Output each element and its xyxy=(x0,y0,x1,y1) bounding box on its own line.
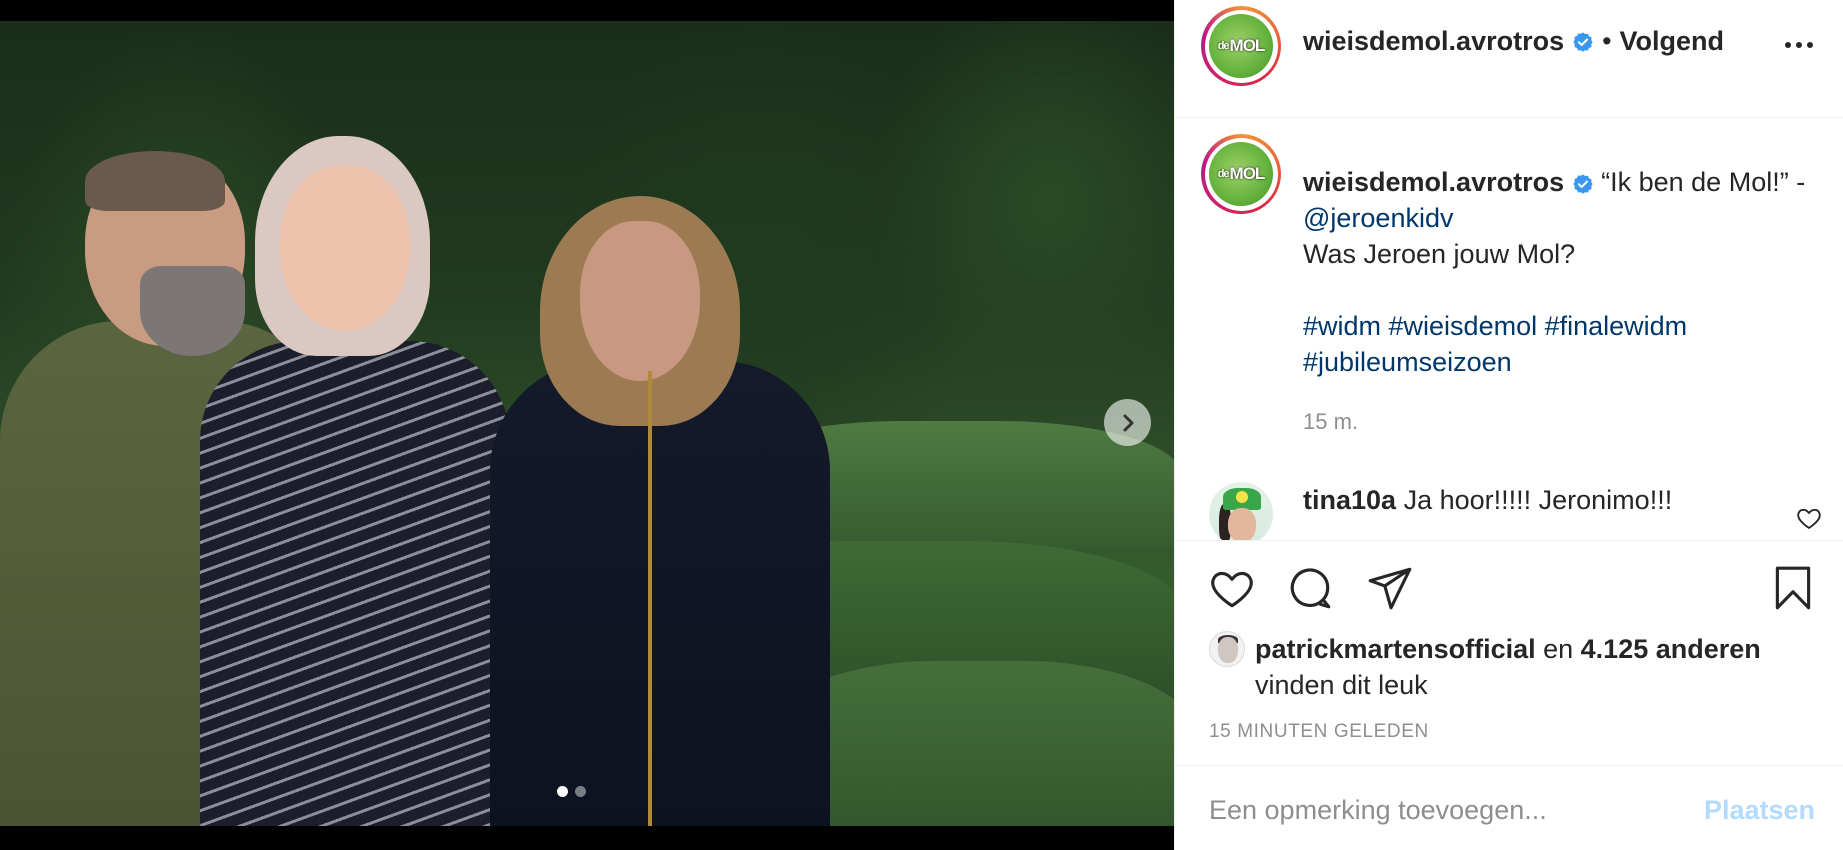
comment-icon[interactable] xyxy=(1285,563,1335,613)
liker-avatar[interactable] xyxy=(1209,631,1245,667)
likes-count[interactable]: 4.125 anderen xyxy=(1581,634,1761,664)
comment-like-heart-icon[interactable] xyxy=(1795,504,1823,532)
carousel-indicator xyxy=(557,786,586,797)
person-head xyxy=(580,221,700,381)
tracksuit-zipper xyxy=(648,371,652,826)
post-comment-button[interactable]: Plaatsen xyxy=(1695,790,1815,830)
carousel-dot xyxy=(575,786,586,797)
send-icon[interactable] xyxy=(1365,563,1415,613)
caption-time[interactable]: 15 m. xyxy=(1303,409,1358,435)
person-hair xyxy=(85,151,225,211)
caption-hashtags[interactable]: #widm #wieisdemol #finalewidm xyxy=(1303,308,1813,344)
chevron-right-icon xyxy=(1123,414,1133,431)
caption-mention-link[interactable]: @jeroenkidv xyxy=(1303,203,1453,233)
separator-bullet: • xyxy=(1602,26,1612,56)
more-dot-icon xyxy=(1807,42,1813,48)
post-actions: patrickmartensofficial en 4.125 anderen … xyxy=(1175,540,1843,765)
caption-hashtags[interactable]: #jubileumseizoen xyxy=(1303,344,1813,380)
caption-avatar[interactable]: de MOL xyxy=(1201,134,1281,214)
post-timestamp[interactable]: 15 MINUTEN GELEDEN xyxy=(1209,721,1429,743)
demol-logo: de MOL xyxy=(1209,142,1273,206)
liker-username[interactable]: patrickmartensofficial xyxy=(1255,634,1536,664)
comments-section[interactable]: de MOL wieisdemol.avrotros “Ik ben de Mol… xyxy=(1175,119,1843,540)
caption-line: Was Jeroen jouw Mol? xyxy=(1303,239,1576,269)
comment-avatar[interactable] xyxy=(1209,482,1273,540)
comment-body: Ja hoor!!!!! Jeronimo!!! xyxy=(1403,485,1673,515)
more-dot-icon xyxy=(1796,42,1802,48)
heart-icon[interactable] xyxy=(1207,563,1257,613)
likes-suffix: vinden dit leuk xyxy=(1255,670,1428,700)
person-beard xyxy=(140,266,245,356)
caption-username[interactable]: wieisdemol.avrotros xyxy=(1303,167,1564,197)
comment-username[interactable]: tina10a xyxy=(1303,485,1396,515)
header-account-row: wieisdemol.avrotros • Volgend xyxy=(1303,26,1724,57)
person-head xyxy=(280,166,410,331)
account-username[interactable]: wieisdemol.avrotros xyxy=(1303,26,1564,57)
more-options-button[interactable] xyxy=(1779,30,1819,60)
bookmark-icon[interactable] xyxy=(1768,563,1818,613)
carousel-dot-active xyxy=(557,786,568,797)
add-comment-bar: Plaatsen xyxy=(1175,765,1843,850)
comment: tina10a Ja hoor!!!!! Jeronimo!!! xyxy=(1303,485,1672,516)
post-media xyxy=(0,0,1174,850)
comment-input[interactable] xyxy=(1209,790,1689,830)
post-header: de MOL wieisdemol.avrotros • Volgend xyxy=(1175,0,1843,118)
verified-badge-icon xyxy=(1573,31,1593,52)
post-photo[interactable] xyxy=(0,21,1174,826)
caption-text: “Ik ben de Mol!” - xyxy=(1601,167,1806,197)
post-side-panel: de MOL wieisdemol.avrotros • Volgend de MO… xyxy=(1174,0,1843,850)
account-avatar[interactable]: de MOL xyxy=(1201,6,1281,86)
carousel-next-button[interactable] xyxy=(1104,399,1151,446)
person-sequin-jacket xyxy=(200,341,510,826)
more-dot-icon xyxy=(1785,42,1791,48)
demol-logo: de MOL xyxy=(1209,14,1273,78)
person-black-tracksuit xyxy=(490,361,830,826)
following-button[interactable]: Volgend xyxy=(1620,26,1725,57)
post-caption: wieisdemol.avrotros “Ik ben de Mol!” - @… xyxy=(1303,164,1813,380)
verified-badge-icon xyxy=(1572,174,1593,194)
likes-text[interactable]: patrickmartensofficial en 4.125 anderen … xyxy=(1255,631,1761,703)
likes-summary: patrickmartensofficial en 4.125 anderen … xyxy=(1209,631,1829,703)
